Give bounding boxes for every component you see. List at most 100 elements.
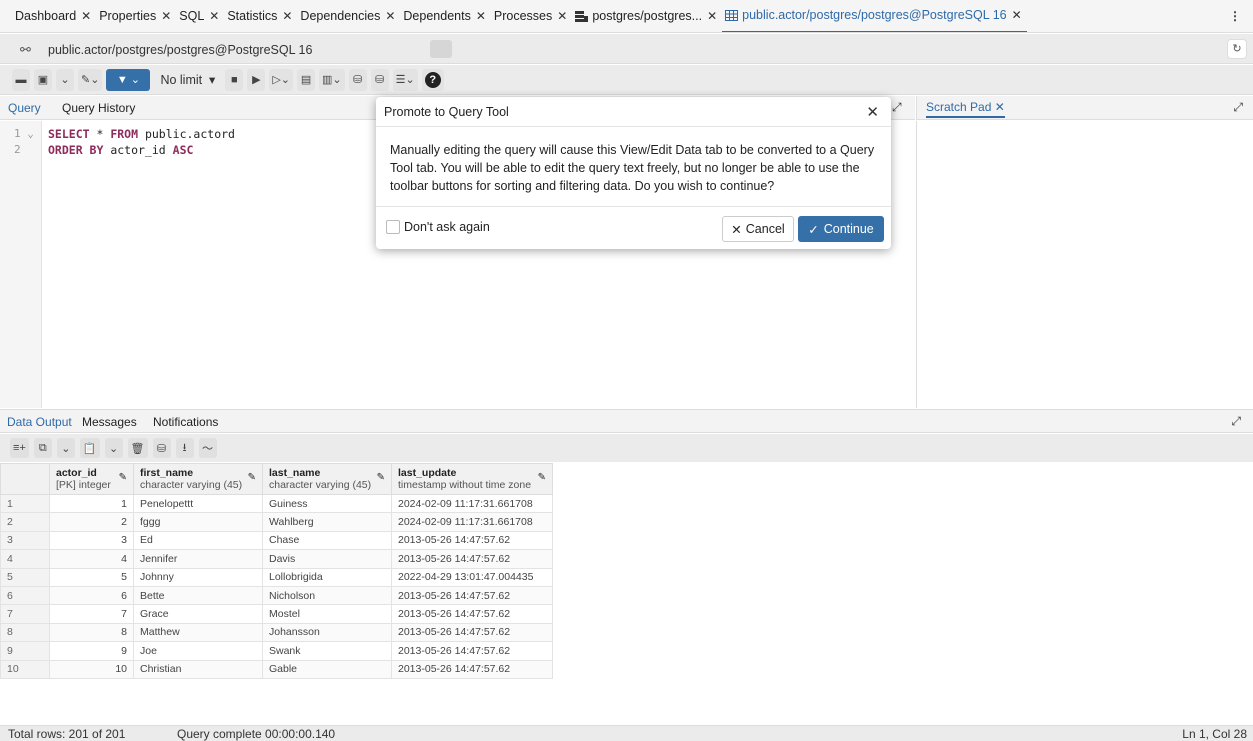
tab-dependencies[interactable]: Dependencies ✕ — [297, 0, 400, 32]
row-number-cell[interactable]: 3 — [0, 530, 50, 551]
expand-icon[interactable]: ⤢ — [1231, 414, 1241, 429]
table-cell[interactable]: Gable — [262, 659, 392, 679]
tab-properties[interactable]: Properties ✕ — [96, 0, 176, 32]
column-header-last-update[interactable]: ✎ last_update timestamp without time zone — [391, 463, 553, 495]
table-cell[interactable]: 2013-05-26 14:47:57.62 — [391, 549, 553, 569]
close-icon[interactable]: ✕ — [209, 9, 219, 23]
close-icon[interactable]: ✕ — [995, 100, 1005, 114]
copy-icon[interactable]: ⧉ — [33, 438, 52, 458]
code-line[interactable]: ORDER BY actor_id ASC — [48, 143, 193, 157]
row-number-cell[interactable]: 10 — [0, 659, 50, 679]
graph-icon[interactable]: 〜 — [198, 438, 217, 458]
more-options-icon[interactable]: ⋮ — [1229, 9, 1241, 23]
table-cell[interactable]: 2024-02-09 11:17:31.661708 — [391, 493, 553, 514]
table-cell[interactable]: 2 — [49, 512, 134, 532]
edit-column-icon[interactable]: ✎ — [119, 472, 127, 484]
close-icon[interactable]: ✕ — [282, 9, 292, 23]
table-cell[interactable]: Nicholson — [262, 585, 392, 606]
column-header-actor-id[interactable]: ✎ actor_id [PK] integer — [49, 463, 134, 495]
table-row[interactable]: 3 3 Ed Chase 2013-05-26 14:47:57.62 — [0, 530, 553, 551]
tab-messages[interactable]: Messages — [82, 415, 137, 429]
table-cell[interactable]: Johansson — [262, 622, 392, 643]
checkbox-label[interactable]: Don't ask again — [404, 220, 490, 234]
close-icon[interactable]: ✕ — [476, 9, 486, 23]
expand-icon[interactable]: ⤢ — [1233, 100, 1243, 115]
row-number-cell[interactable]: 5 — [0, 567, 50, 587]
row-number-cell[interactable]: 7 — [0, 604, 50, 624]
close-icon[interactable]: ✕ — [385, 9, 395, 23]
edit-column-icon[interactable]: ✎ — [377, 472, 385, 484]
table-cell[interactable]: 9 — [49, 641, 134, 661]
tab-data-output[interactable]: Data Output — [7, 415, 72, 429]
row-number-cell[interactable]: 8 — [0, 622, 50, 643]
table-cell[interactable]: 2022-04-29 13:01:47.004435 — [391, 567, 553, 587]
macros-icon[interactable]: ☰⌄ — [392, 68, 418, 91]
save-file-icon[interactable]: ▣ — [34, 68, 52, 91]
column-header-first-name[interactable]: ✎ first_name character varying (45) — [133, 463, 263, 495]
close-icon[interactable]: ✕ — [81, 9, 91, 23]
tab-statistics[interactable]: Statistics ✕ — [224, 0, 297, 32]
table-cell[interactable]: Bette — [133, 585, 263, 606]
database-selector-icon[interactable] — [430, 40, 452, 58]
table-cell[interactable]: 10 — [49, 659, 134, 679]
row-number-cell[interactable]: 6 — [0, 585, 50, 606]
tab-query-history[interactable]: Query History — [62, 101, 135, 115]
execute-options-icon[interactable]: ▷⌄ — [269, 68, 294, 91]
table-cell[interactable]: 2013-05-26 14:47:57.62 — [391, 641, 553, 661]
connection-label[interactable]: public.actor/postgres/postgres@PostgreSQ… — [48, 43, 312, 57]
row-number-cell[interactable]: 9 — [0, 641, 50, 661]
tab-dependents[interactable]: Dependents ✕ — [400, 0, 490, 32]
open-file-icon[interactable]: ▬ — [12, 68, 30, 91]
edit-column-icon[interactable]: ✎ — [248, 472, 256, 484]
download-icon[interactable]: ⭳ — [175, 438, 194, 458]
table-cell[interactable]: Wahlberg — [262, 512, 392, 532]
table-row[interactable]: 10 10 Christian Gable 2013-05-26 14:47:57.62 — [0, 659, 553, 679]
table-cell[interactable]: Davis — [262, 549, 392, 569]
table-row[interactable]: 8 8 Matthew Johansson 2013-05-26 14:47:57.62 — [0, 622, 553, 643]
edit-column-icon[interactable]: ✎ — [538, 472, 546, 484]
reset-layout-icon[interactable]: ↻ — [1227, 39, 1247, 59]
table-cell[interactable]: 2013-05-26 14:47:57.62 — [391, 585, 553, 606]
tab-view-data[interactable]: public.actor/postgres/postgres@PostgreSQ… — [722, 0, 1027, 32]
table-cell[interactable]: Swank — [262, 641, 392, 661]
table-cell[interactable]: Joe — [133, 641, 263, 661]
cancel-button[interactable]: ✕ Cancel — [722, 216, 794, 242]
table-cell[interactable]: Christian — [133, 659, 263, 679]
table-cell[interactable]: Johnny — [133, 567, 263, 587]
help-button[interactable]: ? — [421, 68, 444, 91]
table-row[interactable]: 5 5 Johnny Lollobrigida 2022-04-29 13:01:47.… — [0, 567, 553, 587]
table-cell[interactable]: 2013-05-26 14:47:57.62 — [391, 622, 553, 643]
chevron-down-icon[interactable]: ⌄ — [56, 438, 75, 458]
tab-psql[interactable]: postgres/postgres... ✕ — [572, 0, 722, 32]
close-icon[interactable]: ✕ — [707, 9, 717, 23]
dont-ask-again-checkbox[interactable] — [386, 220, 400, 234]
filter-button[interactable]: ▼ ⌄ — [106, 68, 151, 91]
row-number-cell[interactable]: 2 — [0, 512, 50, 532]
table-cell[interactable]: 2024-02-09 11:17:31.661708 — [391, 512, 553, 532]
row-number-cell[interactable]: 4 — [0, 549, 50, 569]
close-icon[interactable]: ✕ — [866, 103, 879, 121]
close-icon[interactable]: ✕ — [1012, 8, 1022, 22]
row-limit-select[interactable]: No limit ▾ — [154, 69, 221, 91]
tab-sql[interactable]: SQL ✕ — [176, 0, 224, 32]
commit-icon[interactable]: ⛁ — [348, 68, 367, 91]
tab-processes[interactable]: Processes ✕ — [491, 0, 572, 32]
close-icon[interactable]: ✕ — [557, 9, 567, 23]
execute-icon[interactable]: ▶ — [247, 68, 266, 91]
add-row-icon[interactable]: ≡+ — [10, 438, 29, 458]
table-cell[interactable]: Jennifer — [133, 549, 263, 569]
table-cell[interactable]: fggg — [133, 512, 263, 532]
table-cell[interactable]: Grace — [133, 604, 263, 624]
table-cell[interactable]: Matthew — [133, 622, 263, 643]
tab-notifications[interactable]: Notifications — [153, 415, 218, 429]
table-row[interactable]: 9 9 Joe Swank 2013-05-26 14:47:57.62 — [0, 641, 553, 661]
connection-status-icon[interactable]: ⚯ — [20, 42, 31, 58]
table-row[interactable]: 6 6 Bette Nicholson 2013-05-26 14:47:57.62 — [0, 585, 553, 606]
chevron-down-icon[interactable]: ⌄ — [56, 68, 74, 91]
table-cell[interactable]: Chase — [262, 530, 392, 551]
scratch-pad-editor[interactable] — [916, 121, 1253, 408]
table-cell[interactable]: Mostel — [262, 604, 392, 624]
delete-icon[interactable]: 🗑 — [127, 438, 148, 458]
column-header-last-name[interactable]: ✎ last_name character varying (45) — [262, 463, 392, 495]
expand-icon[interactable]: ⤢ — [892, 100, 902, 115]
